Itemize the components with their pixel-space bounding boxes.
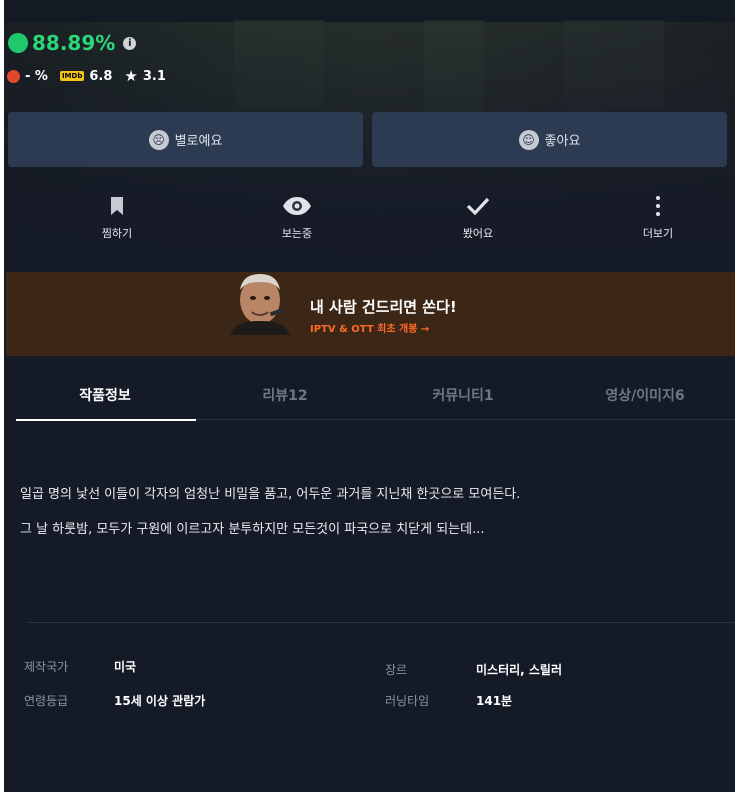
- genre-label: 장르: [385, 663, 408, 677]
- more-action[interactable]: 더보기: [618, 193, 698, 241]
- watched-label: 봤어요: [462, 227, 494, 240]
- check-icon: [438, 193, 518, 219]
- divider: [28, 622, 735, 623]
- runtime-value: 141분: [476, 694, 513, 708]
- tab-info[interactable]: 작품정보: [16, 370, 196, 421]
- watching-action[interactable]: 보는중: [257, 193, 337, 241]
- country-label: 제작국가: [24, 660, 69, 674]
- tab-community[interactable]: 커뮤니티1: [374, 370, 552, 420]
- eye-icon: [257, 193, 337, 219]
- imdb-score: 6.8: [89, 68, 113, 84]
- wishlist-action[interactable]: 찜하기: [77, 193, 157, 241]
- banner-title: 내 사람 건드리면 쏜다!: [310, 298, 457, 316]
- bookmark-icon: [77, 193, 157, 219]
- age-rating-value: 15세 이상 관람가: [114, 694, 206, 708]
- country-value: 미국: [114, 660, 137, 674]
- sad-face-icon: ☹: [148, 129, 169, 150]
- tab-media[interactable]: 영상/이미지6: [556, 370, 734, 420]
- dislike-button[interactable]: ☹ 별로예요: [8, 112, 363, 167]
- score-row: 88.89% i: [8, 31, 137, 55]
- movie-detail-panel: 88.89% i - % IMDb 6.8 ★ 3.1 ☹ 별로예요 ☺ 좋아요…: [4, 0, 735, 792]
- actor-portrait-icon: [220, 272, 298, 335]
- promo-banner[interactable]: 내 사람 건드리면 쏜다! IPTV & OTT 최초 개봉 →: [6, 272, 735, 356]
- hero-backdrop: 88.89% i - % IMDb 6.8 ★ 3.1 ☹ 별로예요 ☺ 좋아요…: [4, 0, 735, 265]
- like-label: 좋아요: [544, 134, 581, 149]
- action-bar: 찜하기 보는중 봤어요 더보기: [4, 193, 735, 243]
- imdb-logo-icon: IMDb: [59, 71, 85, 81]
- info-icon[interactable]: i: [123, 36, 137, 50]
- score-dot-icon: [8, 33, 28, 53]
- banner-subtitle[interactable]: IPTV & OTT 최초 개봉 →: [310, 320, 429, 335]
- synopsis-line-2: 그 날 하룻밤, 모두가 구원에 이르고자 분투하지만 모든것이 파국으로 치닫…: [20, 522, 485, 537]
- smile-face-icon: ☺: [518, 129, 539, 150]
- runtime-label: 러닝타임: [385, 694, 430, 708]
- dislike-label: 별로예요: [174, 134, 223, 149]
- tomato-icon: [7, 69, 20, 83]
- star-icon: ★: [124, 67, 138, 85]
- genre-value: 미스터리, 스릴러: [476, 663, 563, 677]
- synopsis-line-1: 일곱 명의 낯선 이들이 각자의 엄청난 비밀을 품고, 어두운 과거를 지닌채…: [20, 487, 521, 502]
- score-value: 88.89%: [32, 31, 116, 55]
- like-button[interactable]: ☺ 좋아요: [372, 112, 727, 167]
- more-vertical-icon: [618, 193, 698, 219]
- star-score: 3.1: [142, 68, 166, 84]
- tab-reviews[interactable]: 리뷰12: [196, 370, 374, 420]
- rating-row: - % IMDb 6.8 ★ 3.1: [7, 67, 166, 85]
- rotten-score: - %: [25, 68, 48, 84]
- age-rating-label: 연령등급: [24, 694, 69, 708]
- watching-label: 보는중: [281, 227, 313, 240]
- tab-bar: 작품정보 리뷰12 커뮤니티1 영상/이미지6: [16, 370, 735, 421]
- watched-action[interactable]: 봤어요: [438, 193, 518, 241]
- wishlist-label: 찜하기: [101, 227, 133, 240]
- more-label: 더보기: [642, 227, 674, 240]
